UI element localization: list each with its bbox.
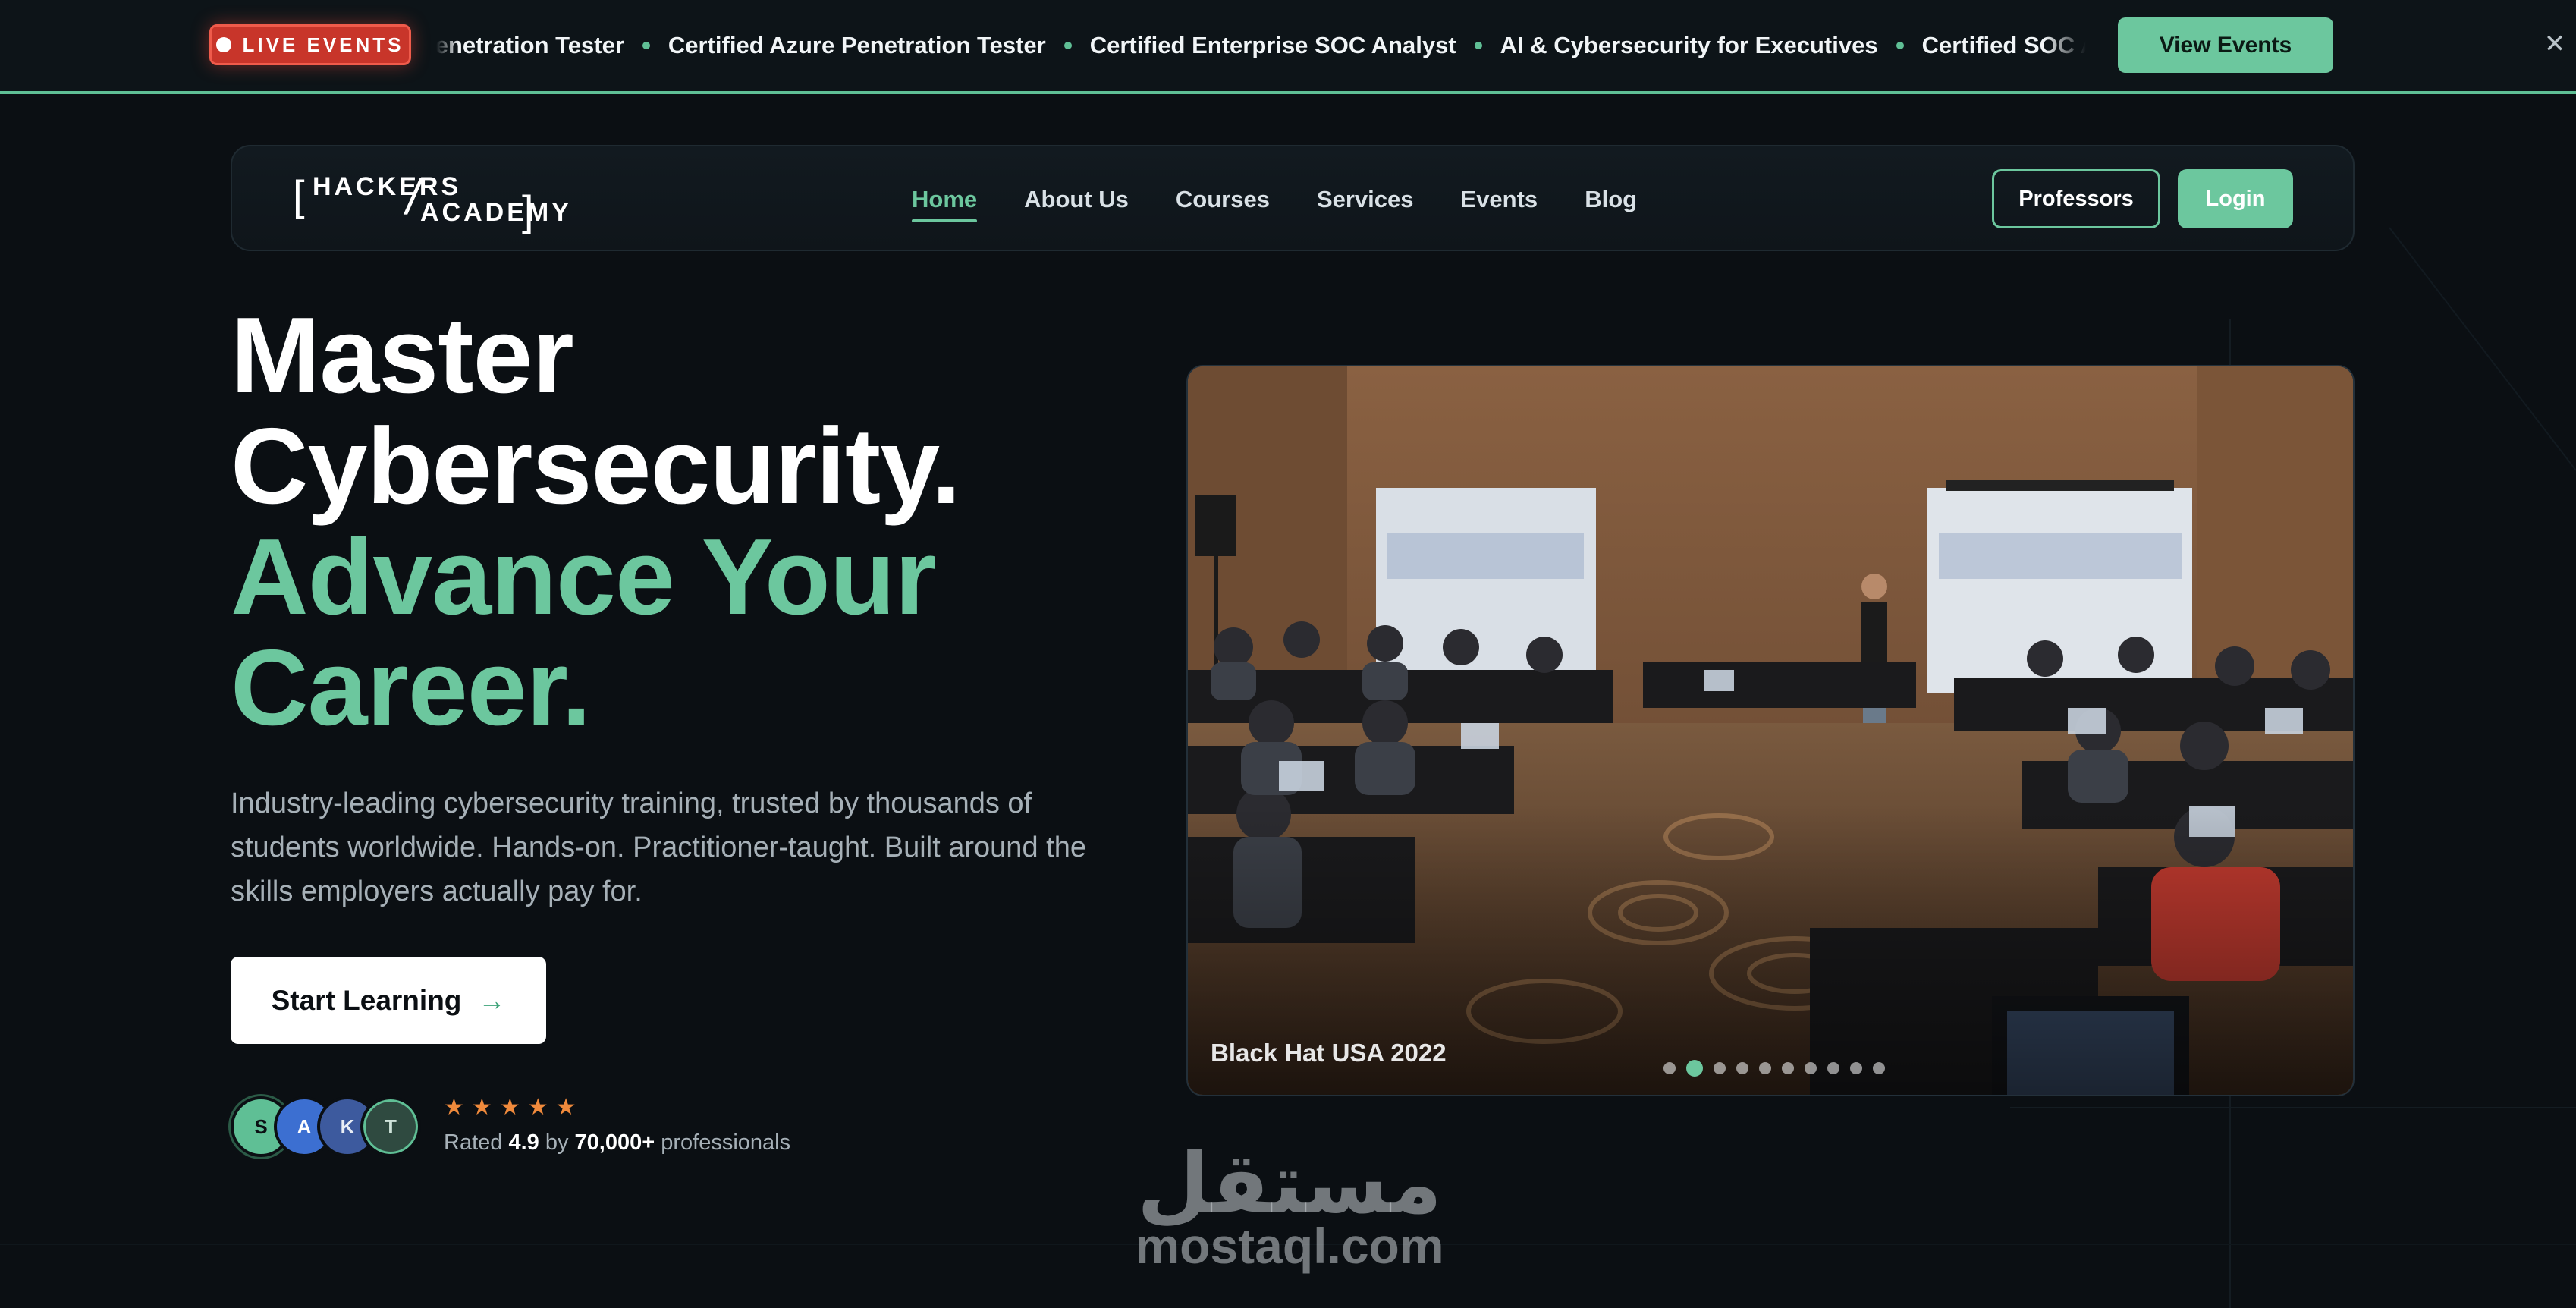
- announcement-bar: LIVE EVENTS Penetration Tester Certified …: [0, 0, 2576, 94]
- ticker-separator-dot: [642, 42, 650, 49]
- hero-title: Master Cybersecurity. Advance Your Caree…: [231, 300, 1179, 744]
- slide-dot[interactable]: [1736, 1062, 1748, 1074]
- star-icon: ★: [499, 1095, 520, 1120]
- ticker-item[interactable]: Certified Azure Penetration Tester: [668, 32, 1046, 59]
- live-dot-icon: [216, 37, 232, 52]
- close-icon[interactable]: ✕: [2541, 30, 2568, 58]
- ticker-item[interactable]: AI & Cybersecurity for Executives: [1500, 32, 1878, 59]
- slide-dot[interactable]: [1759, 1062, 1771, 1074]
- star-icon: ★: [444, 1095, 464, 1120]
- slide-dot[interactable]: [1714, 1062, 1726, 1074]
- arrow-right-icon: →: [478, 984, 506, 1016]
- login-button[interactable]: Login: [2178, 169, 2293, 228]
- live-events-label: LIVE EVENTS: [242, 33, 404, 56]
- logo-word-academy: ACADEMY: [420, 198, 572, 227]
- nav-link-about-us[interactable]: About Us: [1024, 181, 1129, 218]
- ticker-item[interactable]: Certified Enterprise SOC Analyst: [1090, 32, 1456, 59]
- ticker-track: Penetration Tester Certified Azure Penetr…: [436, 32, 2086, 59]
- nav-links: Home About Us Courses Services Events Bl…: [912, 146, 1637, 253]
- slide-indicators: [1663, 1060, 1885, 1077]
- watermark-arabic: مستقل: [1136, 1135, 1443, 1232]
- hero-title-line-1: Master: [231, 295, 574, 416]
- rating-count: 70,000+: [574, 1130, 655, 1155]
- event-photo-slideshow[interactable]: Black Hat USA 2022: [1186, 365, 2355, 1096]
- view-events-button[interactable]: View Events: [2118, 17, 2333, 73]
- nav-link-home[interactable]: Home: [912, 181, 978, 222]
- nav-link-courses[interactable]: Courses: [1176, 181, 1270, 218]
- logo-bracket-right: ]: [522, 187, 534, 234]
- professors-button[interactable]: Professors: [1992, 169, 2160, 228]
- hero-title-line-3: Advance Your: [231, 517, 937, 637]
- start-learning-button[interactable]: Start Learning →: [231, 957, 546, 1044]
- main-navbar: [ HACKERS / ACADEMY ] Home About Us Cour…: [231, 145, 2355, 251]
- rating-mid: by: [545, 1130, 569, 1155]
- star-icon: ★: [471, 1095, 492, 1120]
- ticker-separator-dot: [1063, 42, 1072, 49]
- start-learning-label: Start Learning: [271, 984, 462, 1016]
- hero-title-line-2: Cybersecurity.: [231, 406, 961, 527]
- nav-link-events[interactable]: Events: [1461, 181, 1538, 218]
- slide-dot[interactable]: [1686, 1060, 1703, 1077]
- logo-bracket-left: [: [293, 171, 305, 219]
- slide-dot[interactable]: [1805, 1062, 1817, 1074]
- hackers-academy-logo[interactable]: [ HACKERS / ACADEMY ]: [293, 168, 569, 234]
- nav-link-blog[interactable]: Blog: [1585, 181, 1637, 218]
- avatar: T: [360, 1096, 421, 1157]
- slide-caption: Black Hat USA 2022: [1211, 1039, 1447, 1067]
- ticker-item[interactable]: Certified SOC Analyst: [1922, 32, 2086, 59]
- rating-value: 4.9: [508, 1130, 539, 1155]
- slide-dot[interactable]: [1827, 1062, 1839, 1074]
- slide-dot[interactable]: [1663, 1062, 1676, 1074]
- rating-stars: ★ ★ ★ ★ ★: [444, 1094, 576, 1121]
- ticker-item[interactable]: Penetration Tester: [436, 32, 624, 59]
- nav-link-services[interactable]: Services: [1317, 181, 1414, 218]
- mostaql-watermark: مستقل mostaql.com: [1130, 1142, 1449, 1272]
- rating-text: Rated 4.9 by 70,000+ professionals: [444, 1130, 790, 1156]
- ticker-separator-dot: [1896, 42, 1904, 49]
- rating-suffix: professionals: [661, 1130, 791, 1155]
- slide-dot[interactable]: [1850, 1062, 1862, 1074]
- student-avatars: S A K T: [231, 1096, 428, 1159]
- star-icon: ★: [555, 1095, 576, 1120]
- hero-title-line-4: Career.: [231, 627, 592, 748]
- star-icon: ★: [527, 1095, 548, 1120]
- events-ticker: Penetration Tester Certified Azure Penetr…: [436, 0, 2086, 91]
- rating-prefix: Rated: [444, 1130, 503, 1155]
- live-events-badge: LIVE EVENTS: [209, 24, 411, 65]
- slide-dot[interactable]: [1782, 1062, 1794, 1074]
- ticker-separator-dot: [1474, 42, 1482, 49]
- hero-subtitle: Industry-leading cybersecurity training,…: [231, 788, 1086, 907]
- slide-dot[interactable]: [1873, 1062, 1885, 1074]
- conference-room-photo: [1188, 366, 2353, 1095]
- watermark-latin: mostaql.com: [1135, 1218, 1444, 1274]
